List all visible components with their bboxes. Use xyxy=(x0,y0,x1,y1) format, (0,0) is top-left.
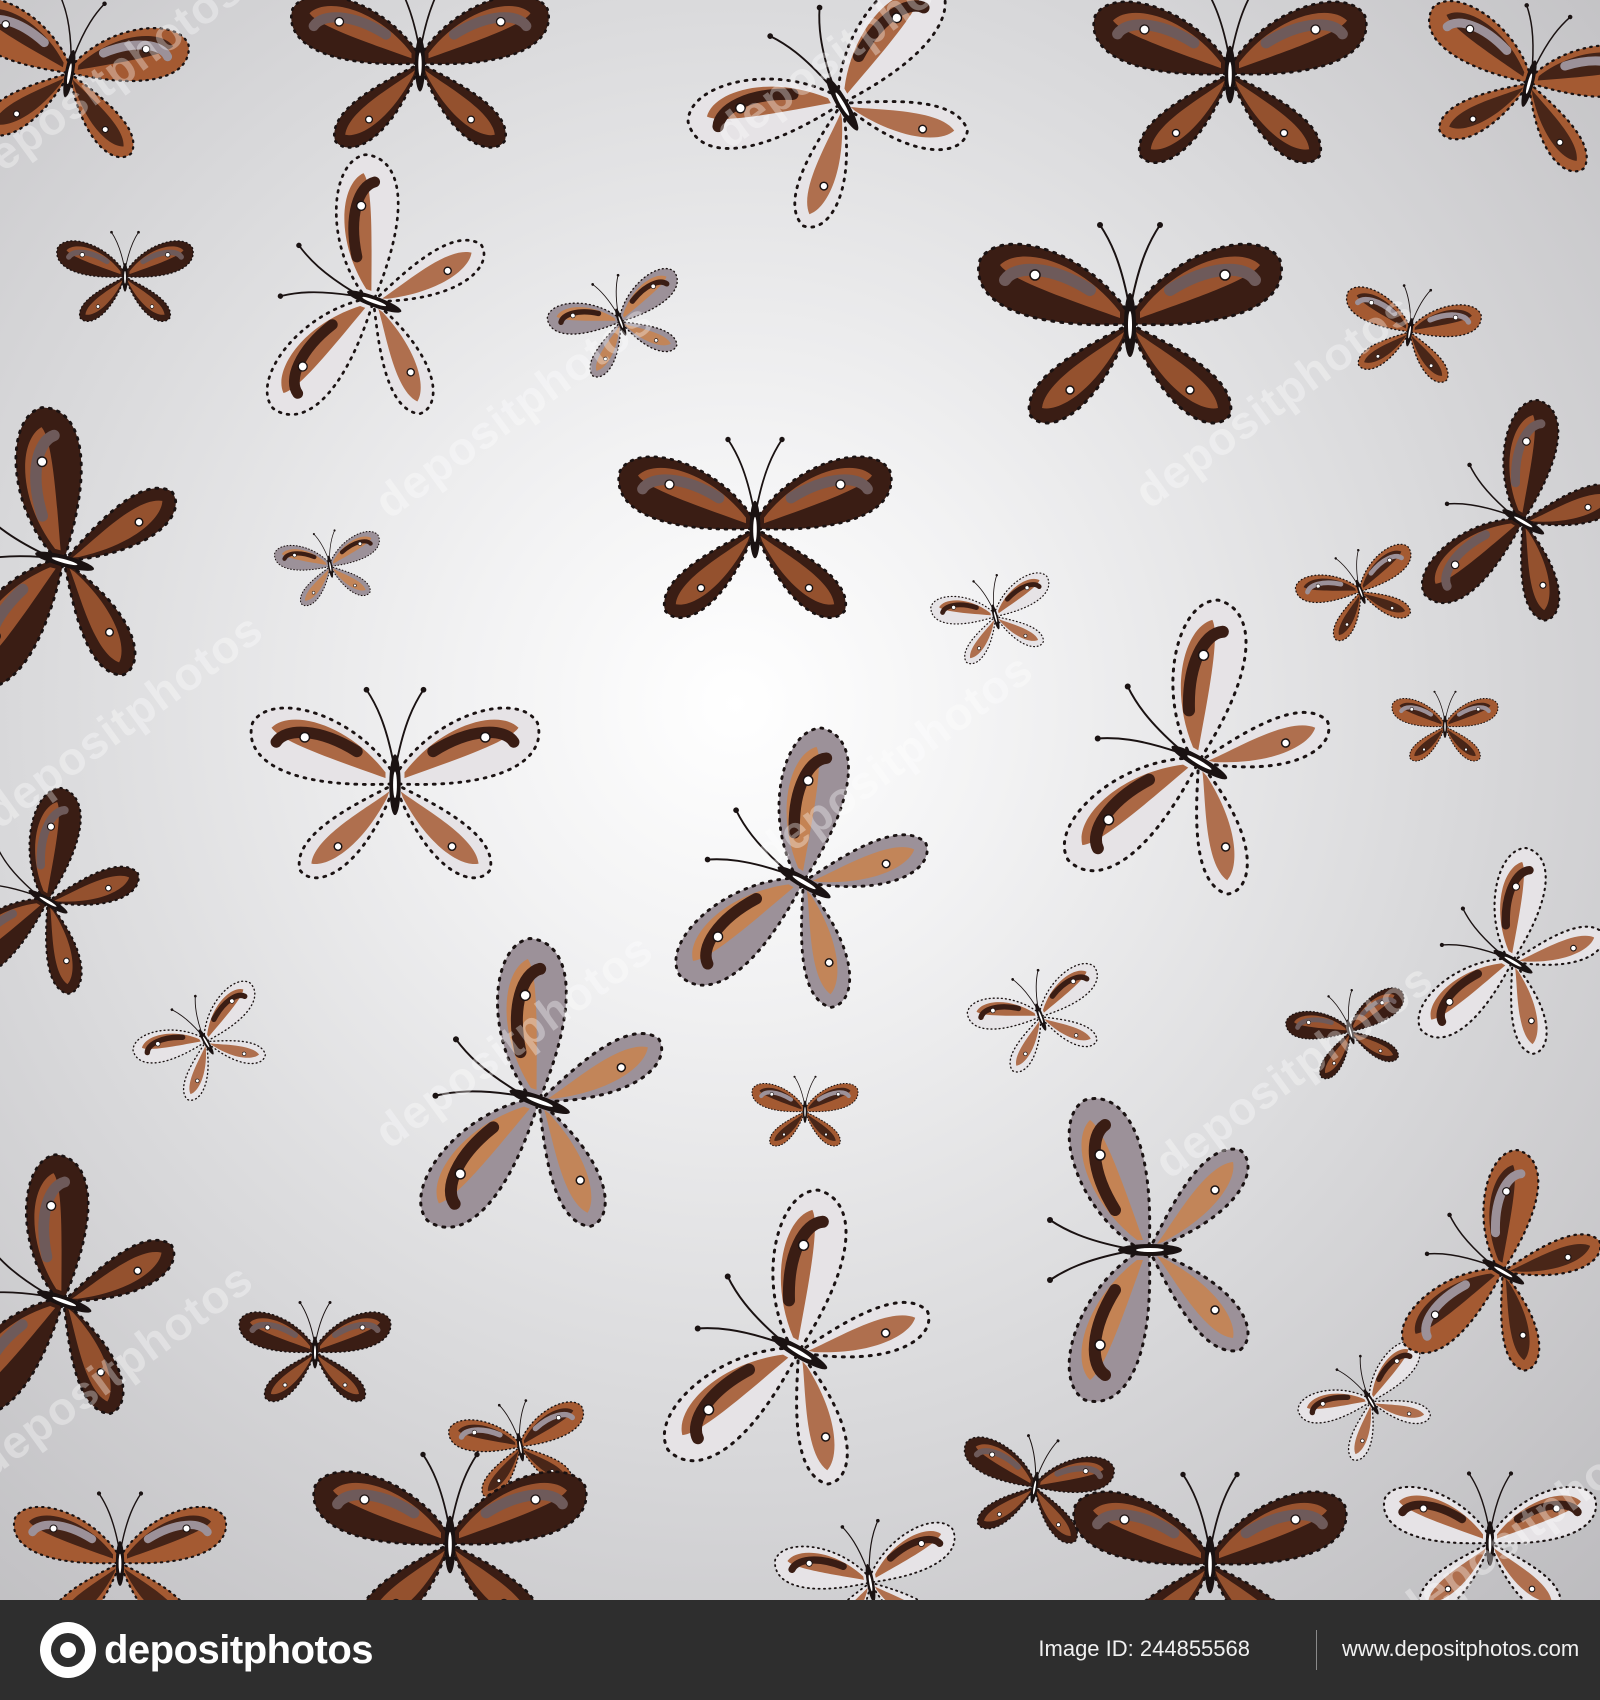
butterfly-icon xyxy=(930,572,1050,665)
butterfly-icon xyxy=(1285,987,1405,1080)
butterfly-pattern-image: depositphotos depositphotos depositphoto… xyxy=(0,0,1600,1600)
footer-divider xyxy=(1316,1630,1317,1670)
butterfly-icon xyxy=(617,436,893,620)
butterfly-icon xyxy=(1391,690,1499,762)
butterfly-icon xyxy=(0,0,190,159)
butterfly-icon xyxy=(56,230,194,322)
butterfly-icon xyxy=(274,529,380,607)
butterfly-icon xyxy=(132,980,267,1101)
butterfly-icon xyxy=(1382,1471,1598,1600)
butterfly-icon xyxy=(1072,1471,1348,1600)
butterfly-icon xyxy=(312,1451,588,1600)
depositphotos-logo-icon xyxy=(40,1622,96,1678)
butterfly-icon xyxy=(546,267,678,378)
butterfly-icon xyxy=(674,726,929,1009)
butterfly-icon xyxy=(977,222,1283,425)
butterfly-icon xyxy=(1294,543,1412,642)
butterfly-icon xyxy=(1092,0,1368,165)
butterfly-icon xyxy=(238,1301,392,1403)
butterfly-icon xyxy=(686,0,969,229)
butterfly-icon xyxy=(1421,398,1600,622)
logo-text: depositphotos xyxy=(104,1627,374,1672)
butterfly-icon xyxy=(419,937,664,1229)
footer-bar: depositphotos Image ID: 244855568 www.de… xyxy=(0,1600,1600,1700)
butterfly-icon xyxy=(1047,1097,1250,1403)
butterfly-icon xyxy=(1346,284,1482,383)
butterfly-icon xyxy=(290,0,550,149)
butterfly-icon xyxy=(249,686,541,880)
butterfly-icon xyxy=(12,1491,228,1600)
butterfly-icon xyxy=(1417,847,1600,1055)
butterfly-icon xyxy=(1062,598,1331,896)
butterfly-icon xyxy=(0,1153,176,1416)
butterfly-icon xyxy=(774,1518,956,1600)
butterfly-icon xyxy=(751,1075,859,1147)
butterfly-icon xyxy=(265,153,486,416)
site-url-link[interactable]: www.depositphotos.com xyxy=(1342,1636,1579,1662)
image-id-label: Image ID: 244855568 xyxy=(1038,1636,1250,1661)
butterfly-icon xyxy=(0,406,178,690)
butterfly-icon xyxy=(1428,0,1600,173)
depositphotos-logo[interactable]: depositphotos xyxy=(40,1622,374,1678)
butterfly-pattern xyxy=(0,0,1600,1600)
butterfly-icon xyxy=(966,962,1098,1073)
butterfly-icon xyxy=(0,787,140,995)
butterfly-icon xyxy=(662,1188,931,1486)
